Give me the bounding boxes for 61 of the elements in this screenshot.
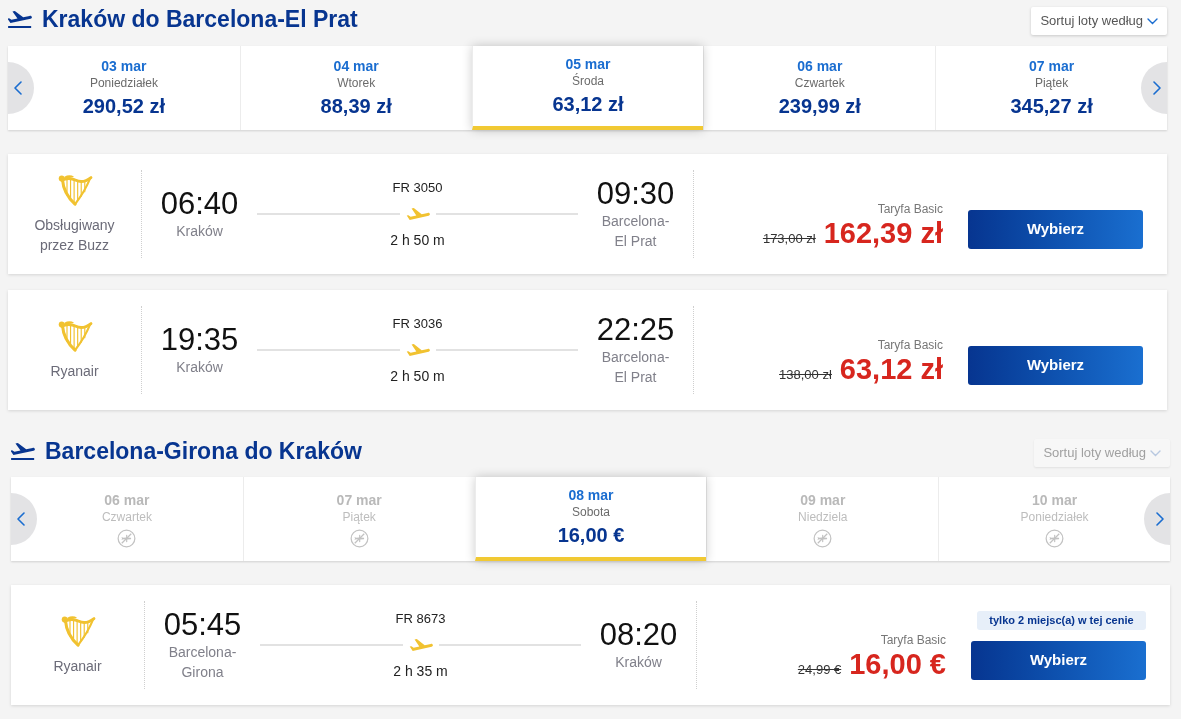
no-flight-icon: [1045, 528, 1065, 548]
arrival-time: 08:20: [599, 618, 678, 652]
arrival-city: Barcelona-El Prat: [600, 212, 671, 251]
flight-duration: 2 h 35 m: [393, 662, 448, 680]
old-price: 173,00 zł: [762, 229, 816, 248]
select-button[interactable]: Wybierz: [968, 209, 1143, 249]
airline-name: Ryanair: [50, 361, 99, 381]
plane-icon: [405, 344, 430, 356]
arrival-time: 09:30: [596, 177, 675, 211]
old-price: 24,99 €: [797, 660, 842, 679]
route-title: Kraków do Barcelona-El Prat: [42, 4, 358, 34]
chevron-left-icon: [14, 81, 22, 95]
departure-city: Kraków: [176, 222, 223, 241]
harp-icon: [56, 173, 93, 206]
plane-takeoff-icon: [11, 442, 35, 460]
plane-icon: [405, 208, 430, 220]
chevron-left-icon: [17, 512, 25, 526]
departure-time: 05:45: [163, 608, 242, 642]
price: 162,39 zł: [823, 216, 943, 249]
airline-name: Obsługiwany przez Buzz: [33, 215, 116, 255]
fare-name: Taryfa Basic: [880, 631, 946, 648]
date-tab[interactable]: 04 mar Wtorek 88,39 zł: [239, 46, 472, 130]
fare-name: Taryfa Basic: [877, 336, 943, 353]
no-flight-icon: [117, 528, 137, 548]
select-button[interactable]: Wybierz: [971, 640, 1146, 680]
flight-number: FR 3036: [392, 315, 443, 333]
date-tab[interactable]: 06 mar Czwartek 239,99 zł: [703, 46, 936, 130]
fare-name: Taryfa Basic: [877, 200, 943, 217]
sort-dropdown[interactable]: Sortuj loty według: [1031, 7, 1167, 35]
price: 16,00 €: [849, 647, 946, 680]
flight-duration: 2 h 50 m: [390, 231, 445, 249]
arrival-city: Barcelona-El Prat: [600, 348, 671, 387]
date-tab[interactable]: 08 mar Sobota 16,00 €: [474, 477, 707, 561]
old-price: 138,00 zł: [779, 365, 832, 384]
no-flight-icon: [813, 528, 833, 548]
chevron-right-icon: [1153, 81, 1161, 95]
departure-time: 06:40: [160, 187, 239, 221]
date-tab[interactable]: 07 mar Piątek 345,27 zł: [935, 46, 1167, 130]
flight-duration: 2 h 50 m: [390, 367, 445, 385]
route-title: Barcelona-Girona do Kraków: [45, 436, 362, 466]
price: 63,12 zł: [839, 352, 943, 385]
plane-icon: [408, 639, 433, 651]
flight-number: FR 3050: [392, 179, 443, 197]
departure-city: Barcelona-Girona: [167, 643, 238, 682]
date-tab[interactable]: 05 mar Środa 63,12 zł: [471, 46, 704, 130]
chevron-down-icon: [1147, 17, 1158, 25]
chevron-right-icon: [1156, 512, 1164, 526]
date-tab[interactable]: 03 mar Poniedziałek 290,52 zł: [8, 46, 240, 130]
chevron-down-icon: [1150, 449, 1161, 457]
harp-icon: [59, 614, 96, 647]
plane-takeoff-icon: [8, 10, 32, 28]
arrival-city: Kraków: [615, 653, 662, 672]
flight-number: FR 8673: [395, 610, 446, 628]
departure-city: Kraków: [176, 358, 223, 377]
arrival-time: 22:25: [596, 313, 675, 347]
no-flight-icon: [349, 528, 369, 548]
select-button[interactable]: Wybierz: [968, 345, 1143, 385]
airline-name: Ryanair: [53, 656, 102, 676]
harp-icon: [56, 319, 93, 352]
departure-time: 19:35: [160, 323, 239, 357]
seats-left-badge: tylko 2 miejsc(a) w tej cenie: [977, 610, 1146, 630]
